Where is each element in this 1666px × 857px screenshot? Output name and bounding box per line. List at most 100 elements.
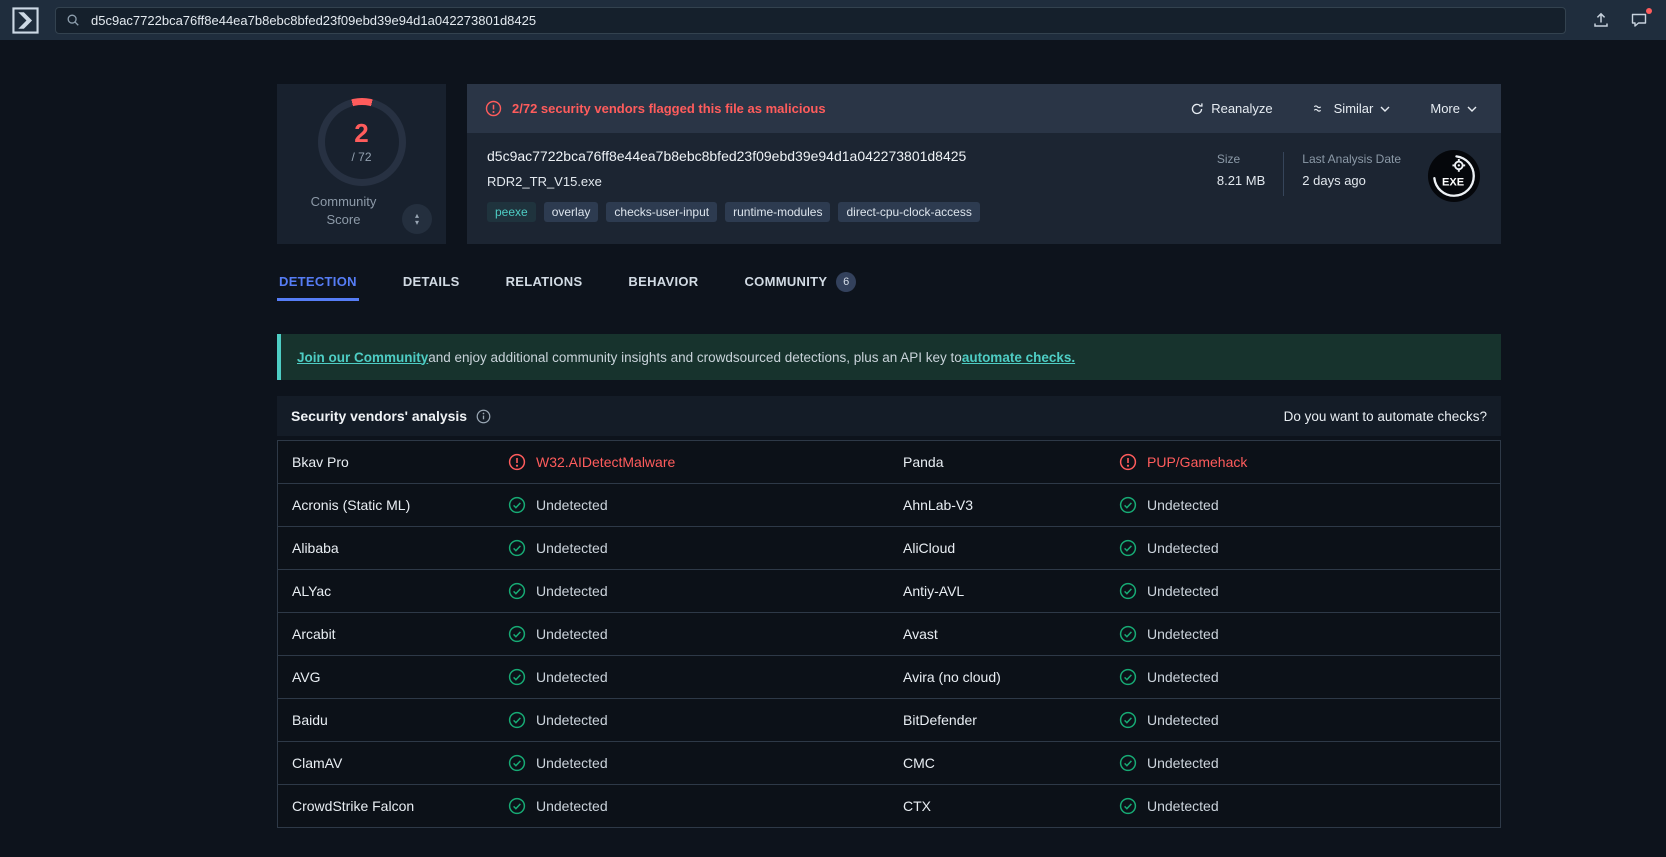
result-text: Undetected	[1147, 712, 1219, 728]
tab-label: DETAILS	[402, 274, 460, 289]
result-text: Undetected	[1147, 798, 1219, 814]
score-stepper[interactable]: ▴ ▾	[402, 204, 432, 234]
tab-detection[interactable]: DETECTION	[277, 274, 359, 301]
check-icon	[508, 797, 526, 815]
vendor-name: CTX	[903, 798, 931, 814]
vendor-result: Undetected	[1119, 496, 1219, 514]
check-icon	[1119, 711, 1137, 729]
vendor-name: Avira (no cloud)	[903, 669, 1001, 685]
vendor-name: Panda	[903, 454, 944, 470]
vendor-result: Undetected	[508, 668, 608, 686]
tab-label: DETECTION	[279, 274, 357, 289]
automate-checks-link[interactable]: automate checks.	[962, 350, 1075, 365]
reanalyze-button[interactable]: Reanalyze	[1184, 100, 1278, 117]
check-icon	[508, 625, 526, 643]
detection-alert-bar: 2/72 security vendors flagged this file …	[467, 84, 1501, 133]
search-icon	[66, 13, 80, 27]
result-text: Undetected	[536, 669, 608, 685]
vendor-result: Undetected	[508, 496, 608, 514]
vendor-result: Undetected	[1119, 668, 1219, 686]
vendor-name: Avast	[903, 626, 938, 642]
vendor-cell: CTX Undetected	[889, 785, 1500, 827]
vendor-cell: Antiy-AVL Undetected	[889, 570, 1500, 612]
vendor-result: Undetected	[1119, 539, 1219, 557]
tab-bar: DETECTION DETAILS RELATIONS BEHAVIOR COM…	[277, 271, 1501, 301]
info-icon[interactable]	[476, 409, 491, 424]
tag-list: peexe overlay checks-user-input runtime-mod…	[487, 202, 980, 222]
vendor-cell: Arcabit Undetected	[278, 613, 889, 655]
file-tag[interactable]: checks-user-input	[606, 202, 718, 222]
score-gauge: 2 / 72	[317, 98, 406, 186]
vendor-name: AhnLab-V3	[903, 497, 974, 513]
vendor-name: Alibaba	[292, 540, 339, 556]
similar-button[interactable]: Similar	[1307, 100, 1397, 117]
similar-label: Similar	[1333, 101, 1374, 116]
check-icon	[508, 496, 526, 514]
tab-behavior[interactable]: BEHAVIOR	[626, 274, 700, 301]
vendor-row: CrowdStrike Falcon Undetected CTX Undetecte…	[278, 785, 1500, 828]
join-community-link[interactable]: Join our Community	[297, 350, 428, 365]
tab-relations[interactable]: RELATIONS	[504, 274, 585, 301]
automate-checks-prompt[interactable]: Do you want to automate checks?	[1284, 409, 1487, 424]
vendor-cell: ClamAV Undetected	[278, 742, 889, 784]
vendor-result: Undetected	[508, 711, 608, 729]
check-icon	[508, 539, 526, 557]
file-tag[interactable]: runtime-modules	[725, 202, 831, 222]
virustotal-logo[interactable]	[12, 6, 39, 34]
vendor-cell: BitDefender Undetected	[889, 699, 1500, 741]
result-text: Undetected	[536, 798, 608, 814]
search-bar	[55, 6, 1566, 34]
vendor-cell: AVG Undetected	[278, 656, 889, 698]
vendor-name: AliCloud	[903, 540, 956, 556]
divider	[1283, 152, 1285, 196]
community-banner: Join our Community and enjoy additional …	[277, 334, 1501, 380]
result-text: Undetected	[1147, 755, 1219, 771]
result-text: Undetected	[1147, 540, 1219, 556]
score-total: / 72	[351, 150, 372, 164]
svg-text:EXE: EXE	[1442, 177, 1464, 189]
comment-icon	[1631, 13, 1647, 27]
check-icon	[1119, 797, 1137, 815]
file-hash: d5c9ac7722bca76ff8e44ea7b8ebc8bfed23f09e…	[487, 148, 967, 164]
exe-icon: EXE	[1427, 149, 1481, 203]
size-label: Size	[1216, 152, 1241, 166]
last-analysis-value: 2 days ago	[1302, 173, 1366, 188]
tab-label: COMMUNITY	[744, 274, 828, 289]
file-info-panel: d5c9ac7722bca76ff8e44ea7b8ebc8bfed23f09e…	[467, 133, 1501, 244]
result-text: Undetected	[1147, 626, 1219, 642]
file-tag[interactable]: direct-cpu-clock-access	[838, 202, 980, 222]
vendor-name: Antiy-AVL	[903, 583, 965, 599]
vendor-row: ALYac Undetected Antiy-AVL Undetected	[278, 570, 1500, 613]
check-icon	[508, 754, 526, 772]
vendor-cell: ALYac Undetected	[278, 570, 889, 612]
tab-details[interactable]: DETAILS	[401, 274, 462, 301]
vendor-name: CMC	[903, 755, 935, 771]
check-icon	[1119, 582, 1137, 600]
vendor-name: BitDefender	[903, 712, 977, 728]
check-icon	[508, 711, 526, 729]
vendor-cell: AhnLab-V3 Undetected	[889, 484, 1500, 526]
vendor-result: Undetected	[508, 625, 608, 643]
vendor-result: PUP/Gamehack	[1119, 453, 1247, 471]
topbar-actions	[1586, 5, 1654, 35]
vendor-row: Arcabit Undetected Avast Undetected	[278, 613, 1500, 656]
upload-icon	[1594, 12, 1608, 27]
vendor-cell: Alibaba Undetected	[278, 527, 889, 569]
vendor-name: Bkav Pro	[292, 454, 349, 470]
vendor-result: Undetected	[1119, 582, 1219, 600]
result-text: Undetected	[536, 626, 608, 642]
chevron-down-icon: ▾	[414, 218, 419, 227]
search-input[interactable]	[89, 11, 1555, 29]
tab-label: RELATIONS	[505, 274, 583, 289]
vendor-result: Undetected	[1119, 797, 1219, 815]
feedback-button[interactable]	[1624, 5, 1654, 35]
file-tag[interactable]: peexe	[487, 202, 536, 222]
upload-button[interactable]	[1586, 5, 1616, 35]
file-tag[interactable]: overlay	[543, 202, 599, 222]
check-icon	[1119, 496, 1137, 514]
tab-community[interactable]: COMMUNITY 6	[742, 271, 858, 301]
more-button[interactable]: More	[1424, 100, 1483, 117]
vendor-row: Alibaba Undetected AliCloud Undetected	[278, 527, 1500, 570]
vendor-name: Baidu	[292, 712, 328, 728]
main-content: 2 / 72 Community Score ▴ ▾ 2/72 security…	[277, 40, 1501, 828]
